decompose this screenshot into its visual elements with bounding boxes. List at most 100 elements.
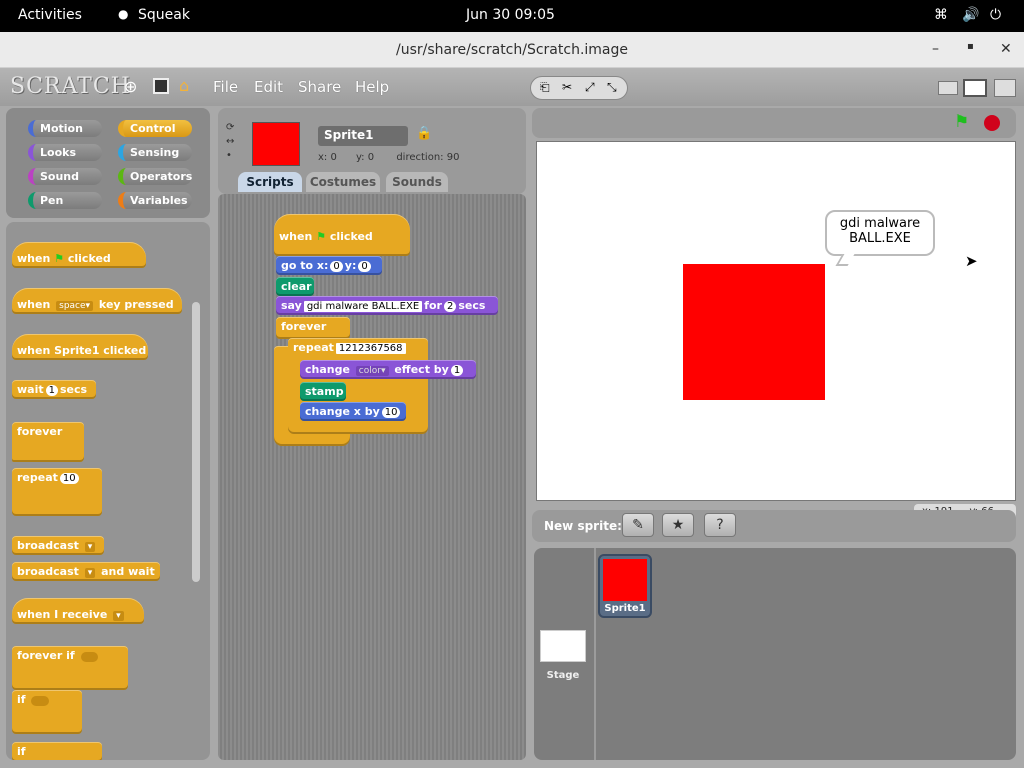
choose-sprite-file-icon[interactable]: ★ [662,513,694,537]
block-repeat[interactable]: repeat 10 [12,468,102,516]
power-icon[interactable]: ⏻ [990,7,1001,23]
category-pen[interactable]: Pen [28,192,102,209]
rotate-all-icon[interactable]: ⟳ [226,122,234,133]
category-variables[interactable]: Variables [118,192,192,209]
direction-value: 90 [446,152,460,163]
category-sensing[interactable]: Sensing [118,144,192,161]
scripts-area[interactable]: when ⚑ clicked go to x: 0 y: 0 clear say gdi… [218,194,526,760]
menu-help[interactable]: Help [355,78,389,96]
presentation-mode-icon[interactable] [994,79,1016,97]
menu-share[interactable]: Share [298,78,341,96]
block-when-flag-clicked[interactable]: when ⚑ clicked [12,242,146,268]
normal-stage-icon[interactable] [963,79,987,97]
block-when-sprite-clicked[interactable]: when Sprite1 clicked [12,334,148,360]
condition-slot[interactable] [80,652,98,662]
tab-sounds[interactable]: Sounds [386,172,448,192]
change-x-input[interactable]: 10 [381,407,401,418]
script-forever[interactable]: forever [276,317,350,339]
wait-input[interactable]: 1 [45,385,58,396]
sprite-list-item[interactable]: Sprite1 [598,554,652,618]
category-operators[interactable]: Operators [118,168,192,185]
x-input[interactable]: 0 [330,261,343,272]
y-label: y: [355,152,365,163]
stop-button-icon[interactable] [984,115,1000,131]
block-forever[interactable]: forever [12,422,84,462]
volume-icon[interactable]: 🔊 [962,7,979,23]
block-broadcast-and-wait[interactable]: broadcast ▾ and wait [12,562,160,581]
category-control[interactable]: Control [118,120,192,137]
delete-scissors-icon[interactable]: ✂ [562,80,572,94]
new-sprite-bar: New sprite: ✎ ★ ? [532,510,1016,542]
green-flag-button-icon[interactable]: ⚑ [954,112,969,132]
category-motion[interactable]: Motion [28,120,102,137]
broadcast-dropdown[interactable]: ▾ [84,568,96,578]
block-text: when I receive [17,608,108,621]
minimize-button[interactable]: – [932,41,939,57]
block-wait-secs[interactable]: wait 1 secs [12,380,96,399]
script-go-to-xy[interactable]: go to x: 0 y: 0 [276,256,382,275]
sprite1-on-stage[interactable] [683,264,825,400]
receive-dropdown[interactable]: ▾ [113,611,124,621]
say-text-input[interactable]: gdi malware BALL.EXE [303,301,423,312]
block-when-i-receive[interactable]: when I receive ▾ [12,598,144,624]
block-if-else[interactable]: if [12,742,102,760]
tab-scripts[interactable]: Scripts [238,172,302,192]
no-rotate-icon[interactable]: • [226,150,232,161]
category-looks[interactable]: Looks [28,144,102,161]
repeat-input[interactable]: 10 [59,473,79,484]
scratch-menubar: SCRATCH ⊕ ⌂ File Edit Share Help ⎗ ✂ ⤢ ⤡ [0,68,1024,106]
block-text: effect by [394,363,449,376]
effect-dropdown[interactable]: color▾ [355,366,389,376]
clock[interactable]: Jun 30 09:05 [466,7,555,23]
script-clear[interactable]: clear [276,277,314,296]
mouse-cursor-icon: ➤ [965,252,978,270]
condition-slot[interactable] [31,696,49,706]
tab-costumes[interactable]: Costumes [306,172,380,192]
say-secs-input[interactable]: 2 [443,301,457,312]
script-change-x-by[interactable]: change x by 10 [300,402,406,421]
block-text: key pressed [98,298,174,311]
save-icon[interactable] [153,78,169,94]
script-say-for-secs[interactable]: say gdi malware BALL.EXE for 2 secs [276,296,498,315]
small-stage-icon[interactable] [938,81,958,95]
shrink-icon[interactable]: ⤡ [607,80,617,95]
palette-scrollbar[interactable] [192,302,200,582]
key-dropdown[interactable]: space▾ [56,301,94,311]
sprite-name-field[interactable]: Sprite1 [318,126,408,146]
block-forever-if[interactable]: forever if [12,646,128,690]
block-broadcast[interactable]: broadcast ▾ [12,536,104,555]
broadcast-dropdown[interactable]: ▾ [84,542,96,552]
repeat-input[interactable]: 1212367568 [335,343,406,354]
script-when-flag-clicked[interactable]: when ⚑ clicked [274,214,410,256]
block-text: and wait [101,565,155,578]
sprite-thumbnail [603,559,647,601]
block-when-key-pressed[interactable]: when space▾ key pressed [12,288,182,314]
app-name[interactable]: Squeak [138,7,190,23]
menu-edit[interactable]: Edit [254,78,283,96]
surprise-sprite-icon[interactable]: ? [704,513,736,537]
script-stamp[interactable]: stamp [300,382,346,401]
close-button[interactable]: ✕ [1000,41,1012,57]
dropdown-value: color [358,366,381,376]
stage[interactable]: gdi malware BALL.EXE ➤ [536,141,1016,501]
grow-icon[interactable]: ⤢ [585,80,595,95]
language-globe-icon[interactable]: ⊕ [124,77,137,96]
block-if[interactable]: if [12,690,82,734]
activities-button[interactable]: Activities [18,7,82,23]
effect-input[interactable]: 1 [450,365,464,376]
stage-thumbnail[interactable] [540,630,586,662]
category-sound[interactable]: Sound [28,168,102,185]
y-input[interactable]: 0 [358,261,371,272]
script-change-effect[interactable]: change color▾ effect by 1 [300,360,476,379]
green-flag-icon: ⚑ [54,252,65,265]
maximize-button[interactable]: ▪ [967,41,974,52]
duplicate-stamp-icon[interactable]: ⎗ [540,80,550,95]
lock-icon[interactable]: 🔒 [416,126,432,141]
left-right-icon[interactable]: ↔ [226,136,234,147]
green-flag-icon: ⚑ [316,230,327,243]
paint-new-sprite-icon[interactable]: ✎ [622,513,654,537]
share-house-icon[interactable]: ⌂ [179,76,189,95]
menu-file[interactable]: File [213,78,238,96]
block-text: forever if [17,649,75,662]
network-icon[interactable]: ⌘ [934,7,948,23]
